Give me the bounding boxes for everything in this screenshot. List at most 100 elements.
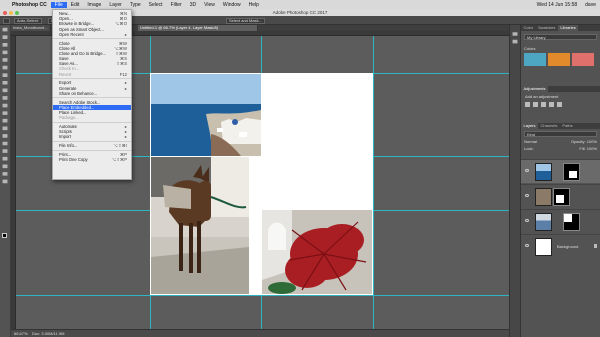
- donkey-photo[interactable]: [151, 157, 249, 294]
- select-and-mask-button[interactable]: Select and Mask...: [226, 17, 265, 24]
- brush-tool-icon[interactable]: [2, 80, 8, 85]
- eyedropper-tool-icon[interactable]: [2, 65, 8, 70]
- tab-color[interactable]: Color: [521, 25, 536, 31]
- type-tool-icon[interactable]: [2, 141, 8, 146]
- layer-mask-thumbnail[interactable]: [553, 188, 570, 206]
- gradient-tool-icon[interactable]: [2, 111, 8, 115]
- layer-thumbnail[interactable]: [535, 213, 552, 231]
- guide-line[interactable]: [373, 36, 374, 329]
- brightness-icon[interactable]: [525, 102, 530, 107]
- menu-item-share-on-behance[interactable]: Share on Behance...: [53, 91, 131, 96]
- shape-tool-icon[interactable]: [2, 156, 8, 161]
- menu-item-revert[interactable]: Revert F12: [53, 72, 131, 77]
- zoom-window-button[interactable]: [15, 10, 19, 15]
- tab-adjustments[interactable]: Adjustments: [521, 86, 549, 92]
- menu-select[interactable]: Select: [145, 2, 167, 8]
- marquee-tool-icon[interactable]: [2, 35, 8, 39]
- layer-thumbnail[interactable]: [535, 163, 552, 181]
- history-brush-tool-icon[interactable]: [2, 96, 8, 100]
- menu-help[interactable]: Help: [245, 2, 263, 8]
- more-tools-icon[interactable]: [2, 179, 8, 184]
- blend-mode-dropdown[interactable]: Normal: [524, 139, 537, 144]
- vibrance-icon[interactable]: [557, 102, 562, 107]
- history-icon[interactable]: [512, 32, 518, 36]
- santorini-photo[interactable]: [151, 74, 261, 156]
- doc-size[interactable]: Doc: 3.00M/11.9M: [32, 331, 64, 336]
- visibility-eye-icon[interactable]: [525, 219, 529, 222]
- red-flower-photo[interactable]: [262, 210, 372, 294]
- menu-item-print-one-copy[interactable]: Print One Copy ⌥⇧⌘P: [53, 157, 131, 162]
- layer-mask-thumbnail[interactable]: [563, 163, 580, 181]
- color-swatch[interactable]: [572, 53, 594, 66]
- path-select-tool-icon[interactable]: [2, 149, 8, 153]
- lasso-tool-icon[interactable]: [2, 42, 8, 47]
- color-swatch[interactable]: [524, 53, 546, 66]
- menu-window[interactable]: Window: [219, 2, 245, 8]
- blur-tool-icon[interactable]: [2, 118, 8, 123]
- menu-layer[interactable]: Layer: [105, 2, 126, 8]
- zoom-tool-icon[interactable]: [2, 172, 8, 176]
- minimize-window-button[interactable]: [9, 10, 13, 15]
- layer-row-background[interactable]: Background: [521, 234, 600, 258]
- menu-item-file-info[interactable]: File Info... ⌥⇧⌘I: [53, 143, 131, 148]
- menu-item-import[interactable]: Import ▸: [53, 134, 131, 139]
- menu-item-package[interactable]: Package...: [53, 115, 131, 120]
- zoom-level[interactable]: 66.67%: [14, 331, 28, 336]
- menu-item-label: Open Recent: [59, 31, 84, 37]
- visibility-eye-icon[interactable]: [525, 169, 529, 172]
- auto-select-checkbox[interactable]: Auto-Select:: [14, 17, 42, 24]
- dodge-tool-icon[interactable]: [2, 126, 8, 131]
- tab-libraries[interactable]: Libraries: [557, 25, 579, 31]
- curves-icon[interactable]: [541, 102, 546, 107]
- quick-select-tool-icon[interactable]: [2, 50, 8, 55]
- visibility-eye-icon[interactable]: [525, 194, 529, 197]
- clone-stamp-tool-icon[interactable]: [2, 88, 8, 93]
- layer-row[interactable]: [521, 184, 600, 208]
- layer-row[interactable]: [521, 159, 600, 183]
- layer-thumbnail[interactable]: [535, 188, 552, 206]
- tab-channels[interactable]: Channels: [538, 123, 560, 129]
- library-selector[interactable]: My Library: [524, 34, 597, 40]
- user-name[interactable]: dave: [581, 2, 600, 8]
- color-swatch[interactable]: [548, 53, 570, 66]
- pen-tool-icon[interactable]: [2, 134, 8, 138]
- guide-line[interactable]: [16, 295, 509, 296]
- layer-mask-thumbnail[interactable]: [563, 213, 580, 231]
- document-canvas[interactable]: [150, 73, 373, 295]
- empty-frame[interactable]: [262, 157, 372, 209]
- properties-icon[interactable]: [512, 39, 518, 44]
- menu-type[interactable]: Type: [126, 2, 145, 8]
- hand-tool-icon[interactable]: [2, 164, 8, 169]
- foreground-color-swatch[interactable]: [2, 233, 7, 238]
- tab-paths[interactable]: Paths: [560, 123, 575, 129]
- layer-name[interactable]: Background: [557, 244, 578, 249]
- move-tool-icon[interactable]: [3, 17, 10, 24]
- layer-row[interactable]: [521, 209, 600, 233]
- opacity-value[interactable]: 100%: [587, 139, 597, 144]
- fill-value[interactable]: 100%: [587, 146, 597, 151]
- opacity-label: Opacity:: [570, 139, 586, 144]
- menu-3d[interactable]: 3D: [186, 2, 200, 8]
- visibility-eye-icon[interactable]: [525, 244, 529, 247]
- menu-image[interactable]: Image: [83, 2, 105, 8]
- menu-file[interactable]: File: [50, 1, 67, 8]
- empty-frame[interactable]: [262, 74, 372, 156]
- crop-tool-icon[interactable]: [2, 58, 8, 62]
- tab-swatches[interactable]: Swatches: [536, 25, 558, 31]
- eraser-tool-icon[interactable]: [2, 103, 8, 108]
- layer-thumbnail[interactable]: [535, 238, 552, 256]
- exposure-icon[interactable]: [549, 102, 554, 107]
- menu-filter[interactable]: Filter: [167, 2, 186, 8]
- menu-view[interactable]: View: [200, 2, 219, 8]
- menu-edit[interactable]: Edit: [67, 2, 84, 8]
- menu-item-label: Revert: [59, 71, 72, 77]
- app-menu[interactable]: Photoshop CC: [8, 2, 51, 8]
- menu-item-open-recent[interactable]: Open Recent ▸: [53, 32, 131, 37]
- layer-filter[interactable]: Kind: [524, 131, 597, 137]
- lock-icon[interactable]: [594, 244, 597, 248]
- tab-layers[interactable]: Layers: [521, 123, 539, 129]
- healing-tool-icon[interactable]: [2, 73, 8, 77]
- levels-icon[interactable]: [533, 102, 538, 107]
- close-window-button[interactable]: [3, 10, 7, 15]
- move-tool-icon[interactable]: [2, 27, 8, 32]
